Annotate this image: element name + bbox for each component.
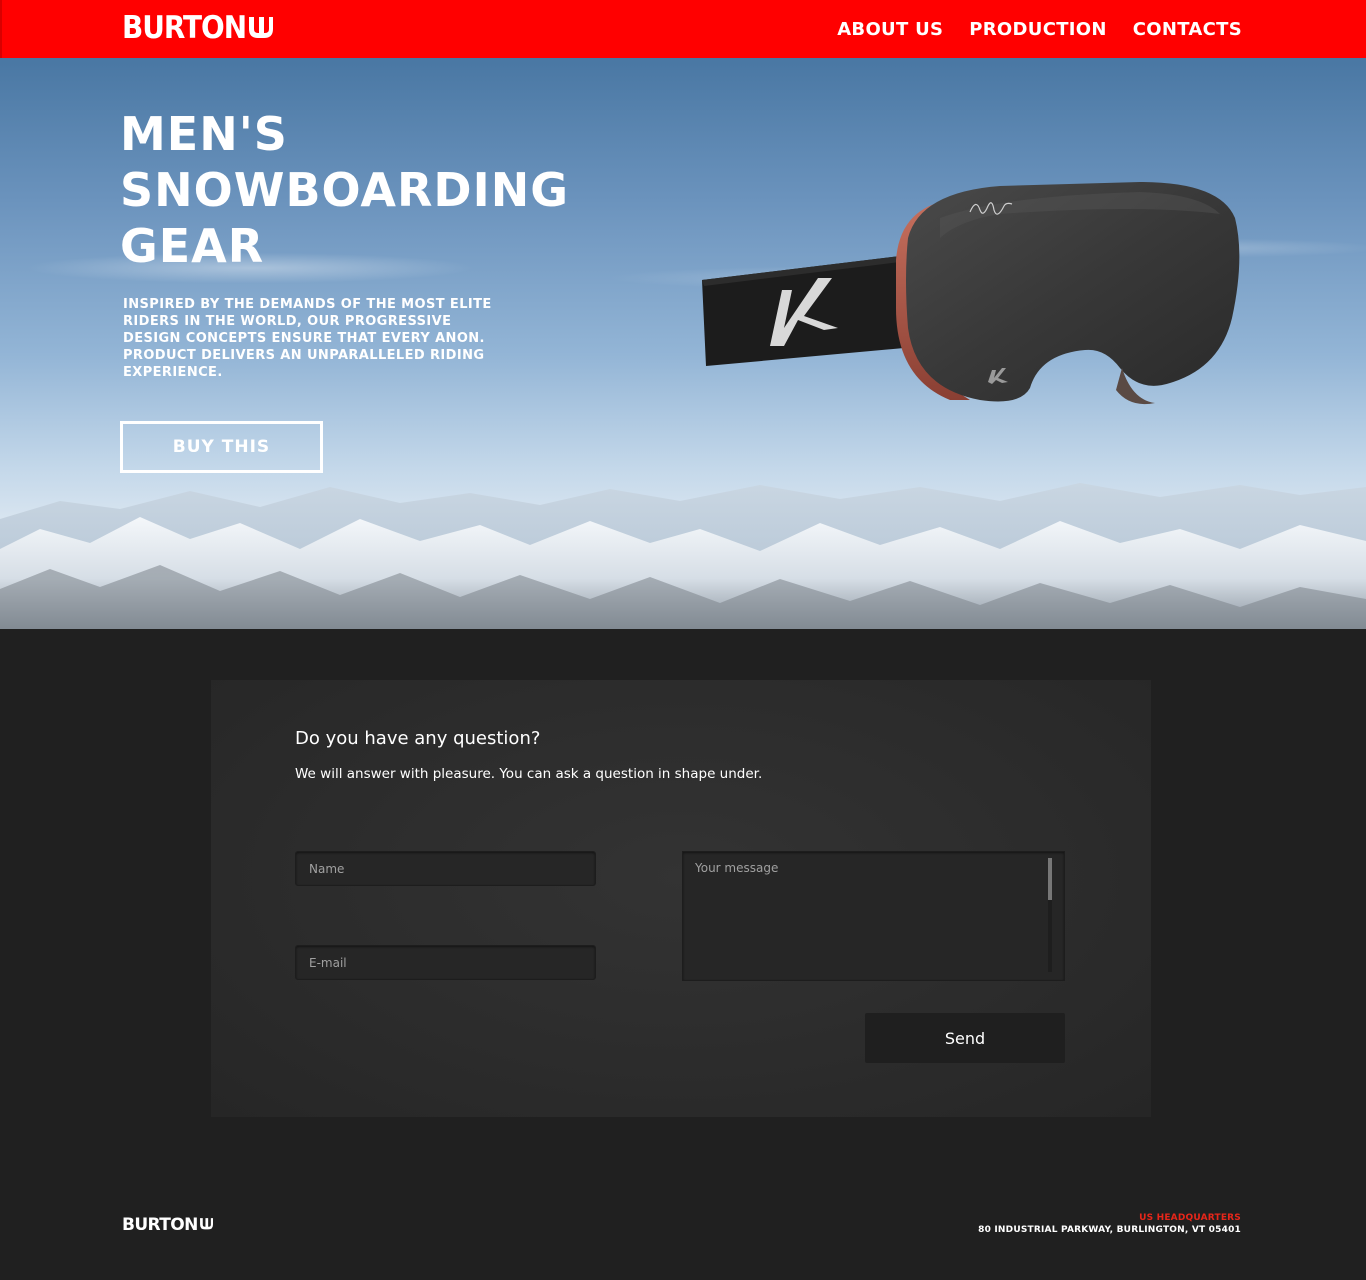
snow-goggles-image: [702, 182, 1240, 405]
main-nav: ABOUT US PRODUCTION CONTACTS: [837, 0, 1242, 58]
footer-logo[interactable]: BURTON: [122, 1214, 213, 1236]
contact-title: Do you have any question?: [295, 728, 541, 749]
burton-logo[interactable]: BURTON: [122, 9, 274, 47]
nav-contacts[interactable]: CONTACTS: [1133, 19, 1242, 40]
burton-logo-mark-icon: [199, 1218, 213, 1230]
contact-form-panel: Do you have any question? We will answer…: [211, 680, 1151, 1117]
buy-this-button[interactable]: BUY THIS: [120, 421, 323, 473]
hero-title: MEN'S SNOWBOARDING GEAR: [120, 106, 600, 274]
hero-banner: MEN'S SNOWBOARDING GEAR INSPIRED BY THE …: [0, 58, 1366, 629]
hero-title-line: MEN'S: [120, 107, 288, 161]
contact-subtitle: We will answer with pleasure. You can as…: [295, 766, 763, 782]
message-textarea[interactable]: [682, 851, 1065, 981]
snowy-mountains-image: [0, 483, 1366, 629]
site-header: BURTON ABOUT US PRODUCTION CONTACTS: [0, 0, 1366, 58]
footer-logo-wordmark: BURTON: [122, 1215, 198, 1235]
logo-wordmark: BURTON: [122, 10, 247, 46]
hero-title-line: SNOWBOARDING: [120, 163, 569, 217]
burton-logo-mark-icon: [249, 17, 274, 38]
name-input[interactable]: [295, 851, 596, 886]
send-button[interactable]: Send: [865, 1013, 1065, 1063]
footer-address: US HEADQUARTERS 80 INDUSTRIAL PARKWAY, B…: [978, 1212, 1241, 1236]
message-scrollbar-thumb[interactable]: [1048, 858, 1052, 900]
hero-description: INSPIRED BY THE DEMANDS OF THE MOST ELIT…: [123, 297, 492, 380]
nav-production[interactable]: PRODUCTION: [969, 19, 1106, 40]
nav-about-us[interactable]: ABOUT US: [837, 19, 943, 40]
hq-address: 80 INDUSTRIAL PARKWAY, BURLINGTON, VT 05…: [978, 1225, 1241, 1235]
email-input[interactable]: [295, 945, 596, 980]
hero-title-line: GEAR: [120, 219, 265, 273]
hq-label: US HEADQUARTERS: [1139, 1213, 1241, 1223]
